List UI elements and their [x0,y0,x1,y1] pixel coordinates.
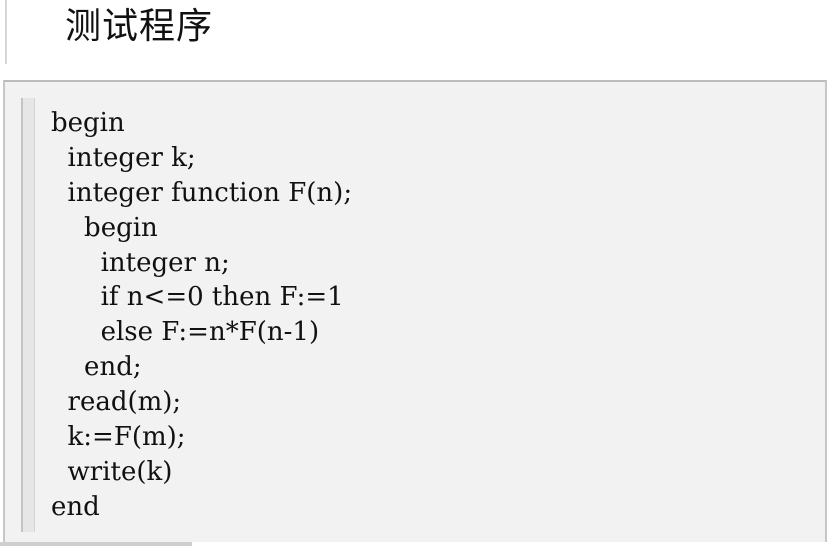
code-panel: begin integer k; integer function F(n); … [3,80,827,542]
heading-accent-bar [5,0,7,64]
code-gutter [21,98,35,532]
code-line: else F:=n*F(n-1) [51,317,320,348]
code-line: integer k; [51,142,196,173]
code-line: read(m); [51,387,182,418]
code-line: begin [51,108,125,138]
code-line: write(k) [51,456,173,487]
code-line: k:=F(m); [51,422,186,453]
code-line: end; [51,352,142,383]
code-line: integer function F(n); [51,177,353,208]
code-line: if n<=0 then F:=1 [51,282,344,313]
page-title: 测试程序 [65,6,214,47]
heading-section: 测试程序 [0,0,834,64]
code-line: begin [51,212,158,243]
code-block: begin integer k; integer function F(n); … [51,106,352,525]
code-line: end [51,491,100,522]
bottom-divider [0,542,192,546]
code-line: integer n; [51,247,230,278]
